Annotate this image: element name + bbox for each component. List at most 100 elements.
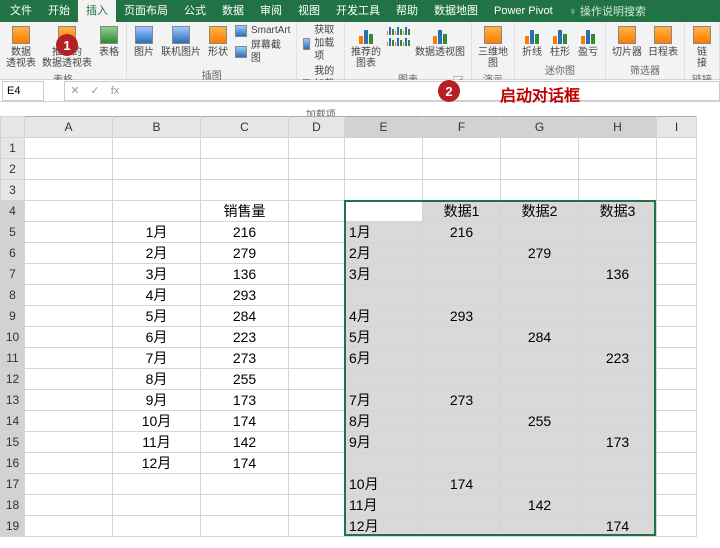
cell-B6[interactable]: 2月 [113,243,201,264]
cell-F14[interactable] [423,411,501,432]
cell-E5[interactable]: 1月 [345,222,423,243]
cell-B17[interactable] [113,474,201,495]
cell-H18[interactable] [579,495,657,516]
row-header-6[interactable]: 6 [1,243,25,264]
pivot-table[interactable]: 数据透视表 [6,24,36,69]
cell-B16[interactable]: 12月 [113,453,201,474]
cell-H19[interactable]: 174 [579,516,657,537]
cell-D18[interactable] [289,495,345,516]
cell-G6[interactable]: 279 [501,243,579,264]
cell-F8[interactable] [423,285,501,306]
pivot-chart[interactable]: 数据透视图 [415,24,465,58]
cell-B11[interactable]: 7月 [113,348,201,369]
recommended-charts[interactable]: 推荐的图表 [351,24,381,69]
sparkline-line[interactable]: 折线 [521,24,543,58]
col-header-F[interactable]: F [423,117,501,138]
cell-I15[interactable] [657,432,697,453]
row-header-8[interactable]: 8 [1,285,25,306]
cell-G8[interactable] [501,285,579,306]
cell-A17[interactable] [25,474,113,495]
col-header-I[interactable]: I [657,117,697,138]
cell-F11[interactable] [423,348,501,369]
cell-I5[interactable] [657,222,697,243]
cell-A10[interactable] [25,327,113,348]
cell-A19[interactable] [25,516,113,537]
cell-H16[interactable] [579,453,657,474]
cell-E17[interactable]: 10月 [345,474,423,495]
formula-bar[interactable]: ✕ ✓ fx [64,81,720,101]
cell-A14[interactable] [25,411,113,432]
cell-C19[interactable] [201,516,289,537]
menu-页面布局[interactable]: 页面布局 [116,0,176,22]
cell-D11[interactable] [289,348,345,369]
cell-F5[interactable]: 216 [423,222,501,243]
cell-A13[interactable] [25,390,113,411]
cell-H9[interactable] [579,306,657,327]
cell-E15[interactable]: 9月 [345,432,423,453]
cell-D15[interactable] [289,432,345,453]
cell-A18[interactable] [25,495,113,516]
cell-G10[interactable]: 284 [501,327,579,348]
cell-H14[interactable] [579,411,657,432]
fx-icon[interactable]: fx [105,85,125,97]
cell-E1[interactable] [345,138,423,159]
menu-视图[interactable]: 视图 [290,0,328,22]
cell-I14[interactable] [657,411,697,432]
cell-B14[interactable]: 10月 [113,411,201,432]
cell-I19[interactable] [657,516,697,537]
cell-E13[interactable]: 7月 [345,390,423,411]
cell-C16[interactable]: 174 [201,453,289,474]
cell-G17[interactable] [501,474,579,495]
cell-E18[interactable]: 11月 [345,495,423,516]
cell-D16[interactable] [289,453,345,474]
row-header-16[interactable]: 16 [1,453,25,474]
cell-H12[interactable] [579,369,657,390]
cell-H17[interactable] [579,474,657,495]
cancel-icon[interactable]: ✕ [65,84,85,97]
cell-F18[interactable] [423,495,501,516]
cell-H1[interactable] [579,138,657,159]
slicer[interactable]: 切片器 [612,24,642,58]
cell-H8[interactable] [579,285,657,306]
link[interactable]: 链接 [691,24,713,69]
cell-D9[interactable] [289,306,345,327]
cell-E19[interactable]: 12月 [345,516,423,537]
cell-C6[interactable]: 279 [201,243,289,264]
cell-G3[interactable] [501,180,579,201]
col-header-C[interactable]: C [201,117,289,138]
cell-C10[interactable]: 223 [201,327,289,348]
cell-B12[interactable]: 8月 [113,369,201,390]
cell-F6[interactable] [423,243,501,264]
cell-F17[interactable]: 174 [423,474,501,495]
row-header-5[interactable]: 5 [1,222,25,243]
col-header-E[interactable]: E [345,117,423,138]
charts-gallery[interactable] [387,24,409,46]
menu-文件[interactable]: 文件 [2,0,40,22]
menu-插入[interactable]: 插入 [78,0,116,22]
row-header-11[interactable]: 11 [1,348,25,369]
row-header-13[interactable]: 13 [1,390,25,411]
cell-I2[interactable] [657,159,697,180]
menu-开始[interactable]: 开始 [40,0,78,22]
menu-数据[interactable]: 数据 [214,0,252,22]
cell-F12[interactable] [423,369,501,390]
cell-H5[interactable] [579,222,657,243]
spreadsheet-grid[interactable]: ABCDEFGHI1234销售量数据1数据2数据351月2161月21662月2… [0,116,720,537]
col-header-G[interactable]: G [501,117,579,138]
row-header-19[interactable]: 19 [1,516,25,537]
cell-F2[interactable] [423,159,501,180]
menu-公式[interactable]: 公式 [176,0,214,22]
cell-G18[interactable]: 142 [501,495,579,516]
cell-A8[interactable] [25,285,113,306]
row-header-3[interactable]: 3 [1,180,25,201]
cell-B9[interactable]: 5月 [113,306,201,327]
3d-map[interactable]: 三维地图 [478,24,508,69]
row-header-9[interactable]: 9 [1,306,25,327]
cell-G1[interactable] [501,138,579,159]
cell-F13[interactable]: 273 [423,390,501,411]
cell-E3[interactable] [345,180,423,201]
online-pictures[interactable]: 联机图片 [161,24,201,58]
cell-G7[interactable] [501,264,579,285]
cell-D4[interactable] [289,201,345,222]
cell-G2[interactable] [501,159,579,180]
